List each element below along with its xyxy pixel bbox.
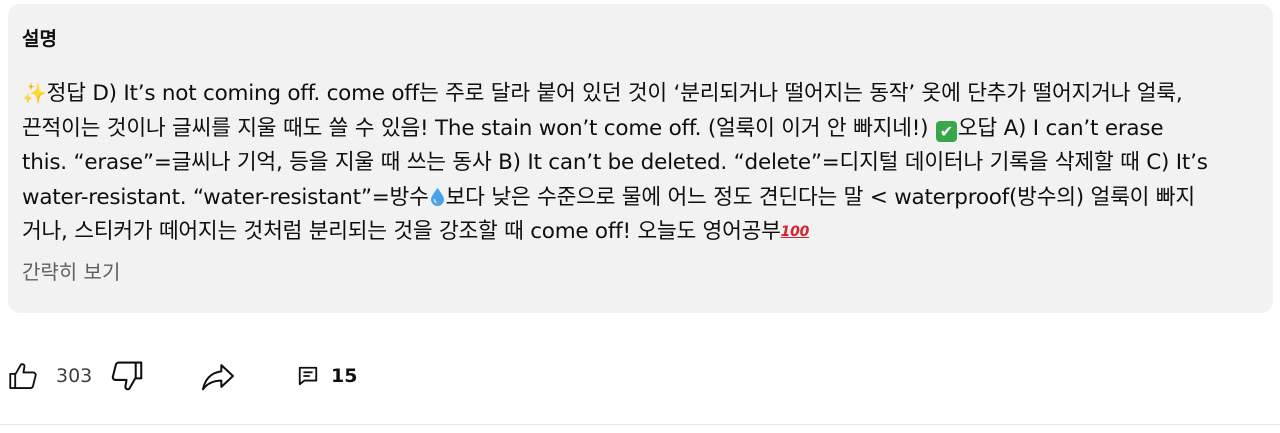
thumbs-up-icon — [9, 363, 37, 389]
like-button[interactable]: 303 — [6, 356, 92, 396]
description-line-1: ✨정답 D) It’s not coming off. come off는 주로… — [22, 76, 1257, 112]
show-less-button[interactable]: 간략히 보기 — [22, 256, 120, 285]
description-line-2-text-a: 끈적이는 것이나 글씨를 지울 때도 쓸 수 있음! The stain won… — [22, 115, 935, 141]
description-line-3-text: this. “erase”=글씨나 기억, 등을 지울 때 쓰는 동사 B) I… — [22, 150, 1208, 175]
description-title: 설명 — [22, 28, 57, 50]
description-line-5-text: 거나, 스티커가 떼어지는 것처럼 분리되는 것을 강조할 때 come off… — [22, 219, 781, 244]
action-bar: 303 15 — [0, 356, 1280, 396]
comments-button[interactable]: 15 — [297, 356, 357, 396]
description-line-4-text-b: 보다 낮은 수준으로 물에 어느 정도 견딘다는 말 < waterproof(… — [445, 184, 1195, 210]
check-mark-icon: ✔ — [935, 120, 957, 142]
description-line-2-text-b: 오답 A) I can’t erase — [957, 115, 1164, 141]
description-text: ✨정답 D) It’s not coming off. come off는 주로… — [22, 76, 1257, 250]
sparkles-icon: ✨ — [22, 81, 47, 105]
share-button[interactable] — [198, 356, 238, 396]
thumbs-down-icon — [111, 361, 143, 391]
description-line-4-text-a: water-resistant. “water-resistant”=방수 — [22, 184, 429, 210]
dislike-button[interactable] — [108, 356, 146, 396]
bottom-divider — [0, 424, 1280, 425]
description-line-1-text: 정답 D) It’s not coming off. come off는 주로 … — [46, 81, 1183, 106]
comments-icon — [298, 366, 318, 386]
hundred-points-icon: 100 — [780, 224, 810, 240]
droplet-icon — [430, 187, 444, 206]
comment-count: 15 — [331, 365, 358, 387]
description-line-2: 끈적이는 것이나 글씨를 지울 때도 쓸 수 있음! The stain won… — [22, 112, 1257, 147]
description-panel: 설명 ✨정답 D) It’s not coming off. come off는… — [8, 4, 1273, 313]
description-line-3: this. “erase”=글씨나 기억, 등을 지울 때 쓰는 동사 B) I… — [22, 146, 1257, 181]
like-count: 303 — [56, 365, 93, 387]
description-line-4: water-resistant. “water-resistant”=방수 보다 … — [22, 181, 1257, 216]
share-icon — [202, 364, 234, 391]
description-line-5: 거나, 스티커가 떼어지는 것처럼 분리되는 것을 강조할 때 come off… — [22, 215, 1257, 250]
